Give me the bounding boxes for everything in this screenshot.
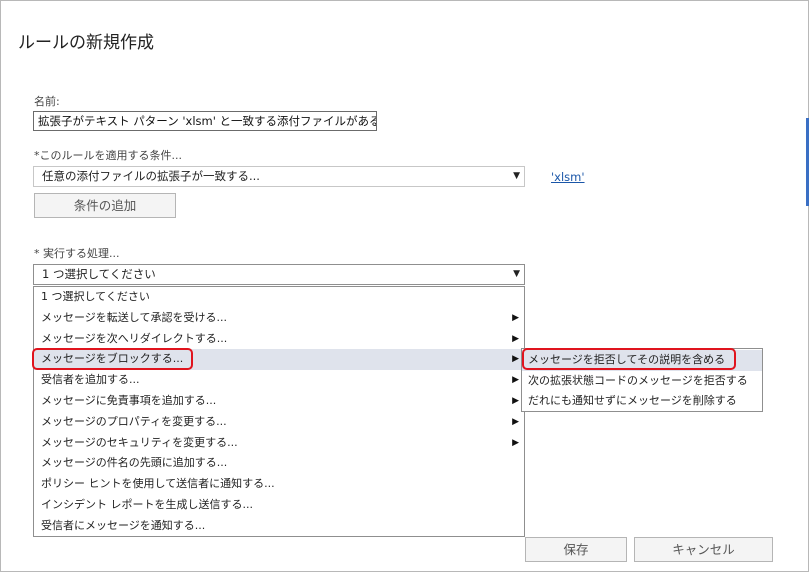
submenu-arrow-icon: ▶ — [512, 333, 519, 344]
rule-name-input[interactable]: 拡張子がテキスト パターン 'xlsm' と一致する添付ファイルがある — [33, 111, 377, 131]
submenu-arrow-icon: ▶ — [512, 416, 519, 427]
action-option[interactable]: メッセージを次へリダイレクトする... ▶ — [34, 329, 524, 350]
action-option-label: ポリシー ヒントを使用して送信者に通知する... — [41, 477, 275, 491]
save-button[interactable]: 保存 — [525, 537, 627, 562]
submenu-arrow-icon: ▶ — [512, 395, 519, 406]
action-option[interactable]: メッセージのセキュリティを変更する... ▶ — [34, 433, 524, 454]
action-option[interactable]: インシデント レポートを生成し送信する... — [34, 495, 524, 516]
highlight-box-block-option — [32, 348, 193, 370]
chevron-down-icon: ▼ — [513, 269, 520, 279]
action-option[interactable]: 1 つ選択してください — [34, 287, 524, 308]
highlight-box-reject-option — [522, 348, 736, 370]
action-option[interactable]: メッセージのプロパティを変更する... ▶ — [34, 412, 524, 433]
action-option-label: 1 つ選択してください — [41, 290, 150, 303]
action-option-label: インシデント レポートを生成し送信する... — [41, 497, 253, 511]
action-option[interactable]: ポリシー ヒントを使用して送信者に通知する... — [34, 474, 524, 495]
block-submenu-item[interactable]: だれにも通知せずにメッセージを削除する — [522, 391, 762, 412]
action-dropdown-list: 1 つ選択してください メッセージを転送して承認を受ける... ▶ メッセージを次へリ… — [33, 286, 525, 537]
name-label: 名前: — [34, 95, 60, 108]
action-option-label: メッセージの件名の先頭に追加する... — [41, 456, 228, 470]
submenu-arrow-icon: ▶ — [512, 375, 519, 386]
action-option[interactable]: 受信者にメッセージを通知する... — [34, 516, 524, 537]
cancel-button[interactable]: キャンセル — [634, 537, 773, 562]
submenu-arrow-icon: ▶ — [512, 312, 519, 323]
action-option[interactable]: メッセージを転送して承認を受ける... ▶ — [34, 308, 524, 329]
block-submenu-item[interactable]: 次の拡張状態コードのメッセージを拒否する — [522, 371, 762, 392]
submenu-arrow-icon: ▶ — [512, 437, 519, 448]
action-selected-value: 1 つ選択してください — [42, 267, 156, 281]
action-option-label: メッセージのセキュリティを変更する... — [41, 435, 238, 449]
action-option-label: メッセージを次へリダイレクトする... — [41, 331, 228, 345]
action-option[interactable]: メッセージの件名の先頭に追加する... — [34, 453, 524, 474]
action-option-label: 受信者にメッセージを通知する... — [41, 518, 206, 532]
condition-label: *このルールを適用する条件... — [34, 149, 182, 162]
action-option-label: メッセージのプロパティを変更する... — [41, 414, 227, 428]
condition-value-link[interactable]: 'xlsm' — [551, 170, 585, 184]
action-label: * 実行する処理... — [34, 247, 120, 260]
dialog-title: ルールの新規作成 — [18, 33, 154, 53]
action-option-label: メッセージに免責事項を追加する... — [41, 393, 217, 407]
condition-select[interactable]: 任意の添付ファイルの拡張子が一致する... ▼ — [33, 166, 525, 187]
action-option-label: 受信者を追加する... — [41, 373, 140, 387]
action-option[interactable]: メッセージに免責事項を追加する... ▶ — [34, 391, 524, 412]
action-select[interactable]: 1 つ選択してください ▼ — [33, 264, 525, 285]
action-option[interactable]: 受信者を追加する... ▶ — [34, 370, 524, 391]
add-condition-button[interactable]: 条件の追加 — [34, 193, 176, 218]
condition-selected-value: 任意の添付ファイルの拡張子が一致する... — [42, 169, 260, 183]
action-option-label: メッセージを転送して承認を受ける... — [41, 310, 227, 324]
chevron-down-icon: ▼ — [513, 171, 520, 181]
submenu-arrow-icon: ▶ — [512, 354, 519, 365]
